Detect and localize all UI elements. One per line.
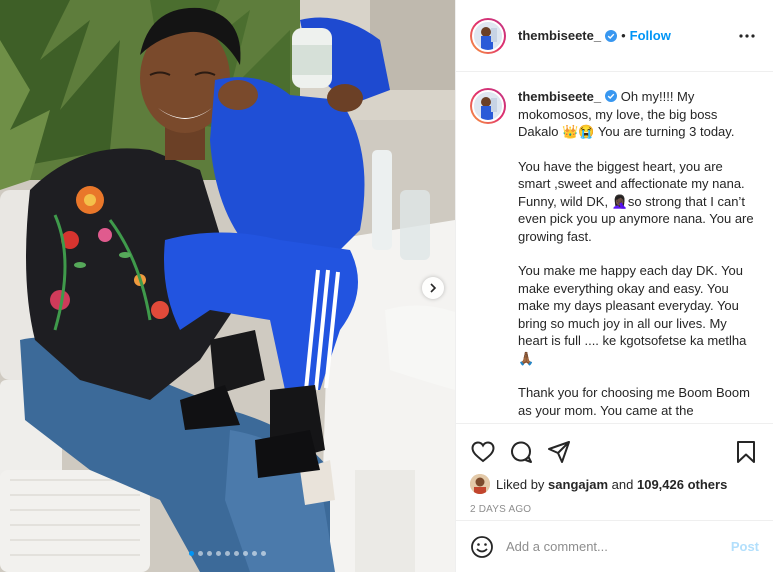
verified-badge-icon	[605, 29, 618, 42]
liker-avatar[interactable]	[470, 474, 490, 494]
chevron-right-icon	[430, 283, 437, 293]
post-comment-button[interactable]: Post	[731, 539, 759, 554]
more-options-button[interactable]	[735, 24, 759, 48]
likes-prefix: Liked by	[496, 476, 545, 492]
follow-button[interactable]: Follow	[630, 28, 671, 43]
username-link[interactable]: thembiseete_	[518, 28, 601, 43]
post-details-panel: thembiseete_ • Follow thembiseete_ Oh my…	[455, 0, 773, 572]
emoji-icon[interactable]	[470, 535, 494, 559]
post-header: thembiseete_ • Follow	[456, 0, 773, 72]
likes-summary: Liked by sangajam and 109,426 others	[470, 474, 759, 494]
carousel-dot	[243, 551, 248, 556]
carousel-dot	[207, 551, 212, 556]
share-icon	[548, 441, 570, 463]
likes-connector: and	[611, 476, 634, 492]
likes-count-link[interactable]: 109,426 others	[637, 477, 727, 492]
caption-paragraph: Thank you for choosing me Boom Boom as y…	[518, 385, 754, 418]
add-comment-bar: Post	[456, 520, 773, 572]
heart-icon	[471, 441, 495, 463]
carousel-dot	[216, 551, 221, 556]
like-button[interactable]	[470, 439, 496, 465]
action-bar	[470, 432, 759, 472]
carousel-dot	[252, 551, 257, 556]
liked-by-user-link[interactable]: sangajam	[548, 477, 608, 492]
more-options-icon	[739, 33, 755, 38]
avatar[interactable]	[470, 88, 506, 124]
liker-profile-picture	[470, 474, 490, 494]
caption-paragraph: thembiseete_ Oh my!!!! My mokomosos, my …	[518, 89, 734, 139]
caption-paragraph: You make me happy each day DK. You make …	[518, 263, 747, 366]
carousel-dot	[261, 551, 266, 556]
photo-illustration	[0, 0, 455, 572]
comment-icon	[511, 441, 532, 463]
carousel-dot	[198, 551, 203, 556]
carousel-dot	[234, 551, 239, 556]
save-button[interactable]	[733, 439, 759, 465]
next-slide-button[interactable]	[422, 277, 444, 299]
bookmark-icon	[737, 441, 755, 463]
post-photo[interactable]	[0, 0, 455, 572]
caption-username[interactable]: thembiseete_	[518, 89, 601, 104]
carousel-dot	[225, 551, 230, 556]
separator: •	[621, 28, 626, 43]
post-date[interactable]: 2 DAYS AGO	[470, 504, 759, 515]
post-actions: Liked by sangajam and 109,426 others 2 D…	[456, 423, 773, 515]
profile-picture	[474, 21, 502, 50]
share-button[interactable]	[546, 439, 572, 465]
profile-picture	[474, 92, 502, 120]
comment-button[interactable]	[508, 439, 534, 465]
caption-comment: thembiseete_ Oh my!!!! My mokomosos, my …	[470, 88, 759, 423]
post-viewer: thembiseete_ • Follow thembiseete_ Oh my…	[0, 0, 773, 572]
carousel-dot	[189, 551, 194, 556]
comment-input[interactable]	[506, 539, 731, 554]
carousel-indicator	[0, 551, 455, 556]
caption-area: thembiseete_ Oh my!!!! My mokomosos, my …	[456, 72, 773, 423]
avatar[interactable]	[470, 17, 506, 54]
verified-badge-icon	[605, 90, 618, 102]
caption-paragraph: You have the biggest heart, you are smar…	[518, 158, 758, 244]
caption-text: thembiseete_ Oh my!!!! My mokomosos, my …	[518, 88, 756, 423]
